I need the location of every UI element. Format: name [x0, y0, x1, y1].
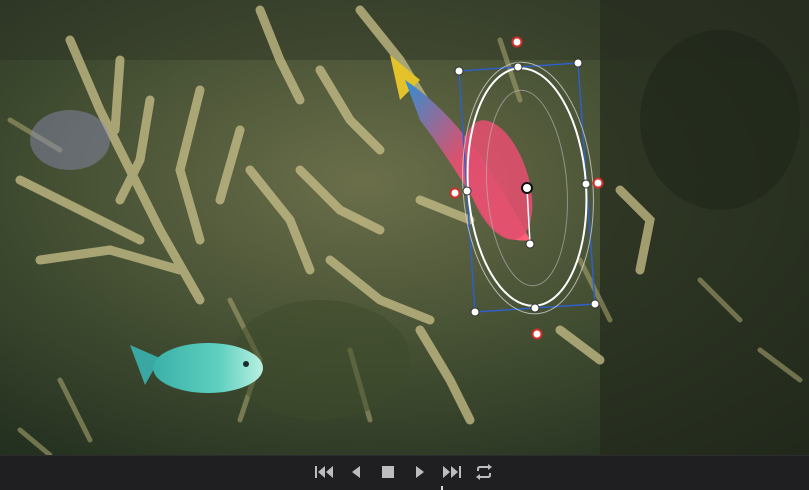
mask-corner-handle[interactable] — [573, 58, 583, 68]
mask-corner-handle[interactable] — [470, 307, 480, 317]
play-button[interactable] — [408, 462, 432, 482]
softness-handle-top[interactable] — [511, 36, 523, 48]
mask-edge-handle[interactable] — [581, 179, 591, 189]
step-back-button[interactable] — [344, 462, 368, 482]
softness-handle-right[interactable] — [592, 177, 604, 189]
softness-handle-left[interactable] — [449, 187, 461, 199]
play-icon — [416, 466, 424, 478]
video-frame — [0, 0, 809, 455]
mask-rotation-handle[interactable] — [525, 239, 535, 249]
skip-to-start-icon — [315, 466, 333, 478]
playhead-marker[interactable] — [441, 486, 443, 490]
skip-to-end-button[interactable] — [440, 462, 464, 482]
mask-corner-handle[interactable] — [590, 299, 600, 309]
mask-corner-handle[interactable] — [454, 66, 464, 76]
video-viewer[interactable] — [0, 0, 809, 455]
mask-edge-handle[interactable] — [462, 186, 472, 196]
skip-to-end-icon — [443, 466, 461, 478]
stop-icon — [382, 466, 394, 478]
transport-controls — [0, 455, 809, 490]
loop-icon — [476, 464, 492, 480]
mask-edge-handle[interactable] — [530, 303, 540, 313]
step-back-icon — [352, 466, 360, 478]
softness-handle-bottom[interactable] — [531, 328, 543, 340]
loop-button[interactable] — [472, 462, 496, 482]
mask-center-handle[interactable] — [521, 182, 533, 194]
stop-button[interactable] — [376, 462, 400, 482]
skip-to-start-button[interactable] — [312, 462, 336, 482]
mask-edge-handle[interactable] — [513, 62, 523, 72]
